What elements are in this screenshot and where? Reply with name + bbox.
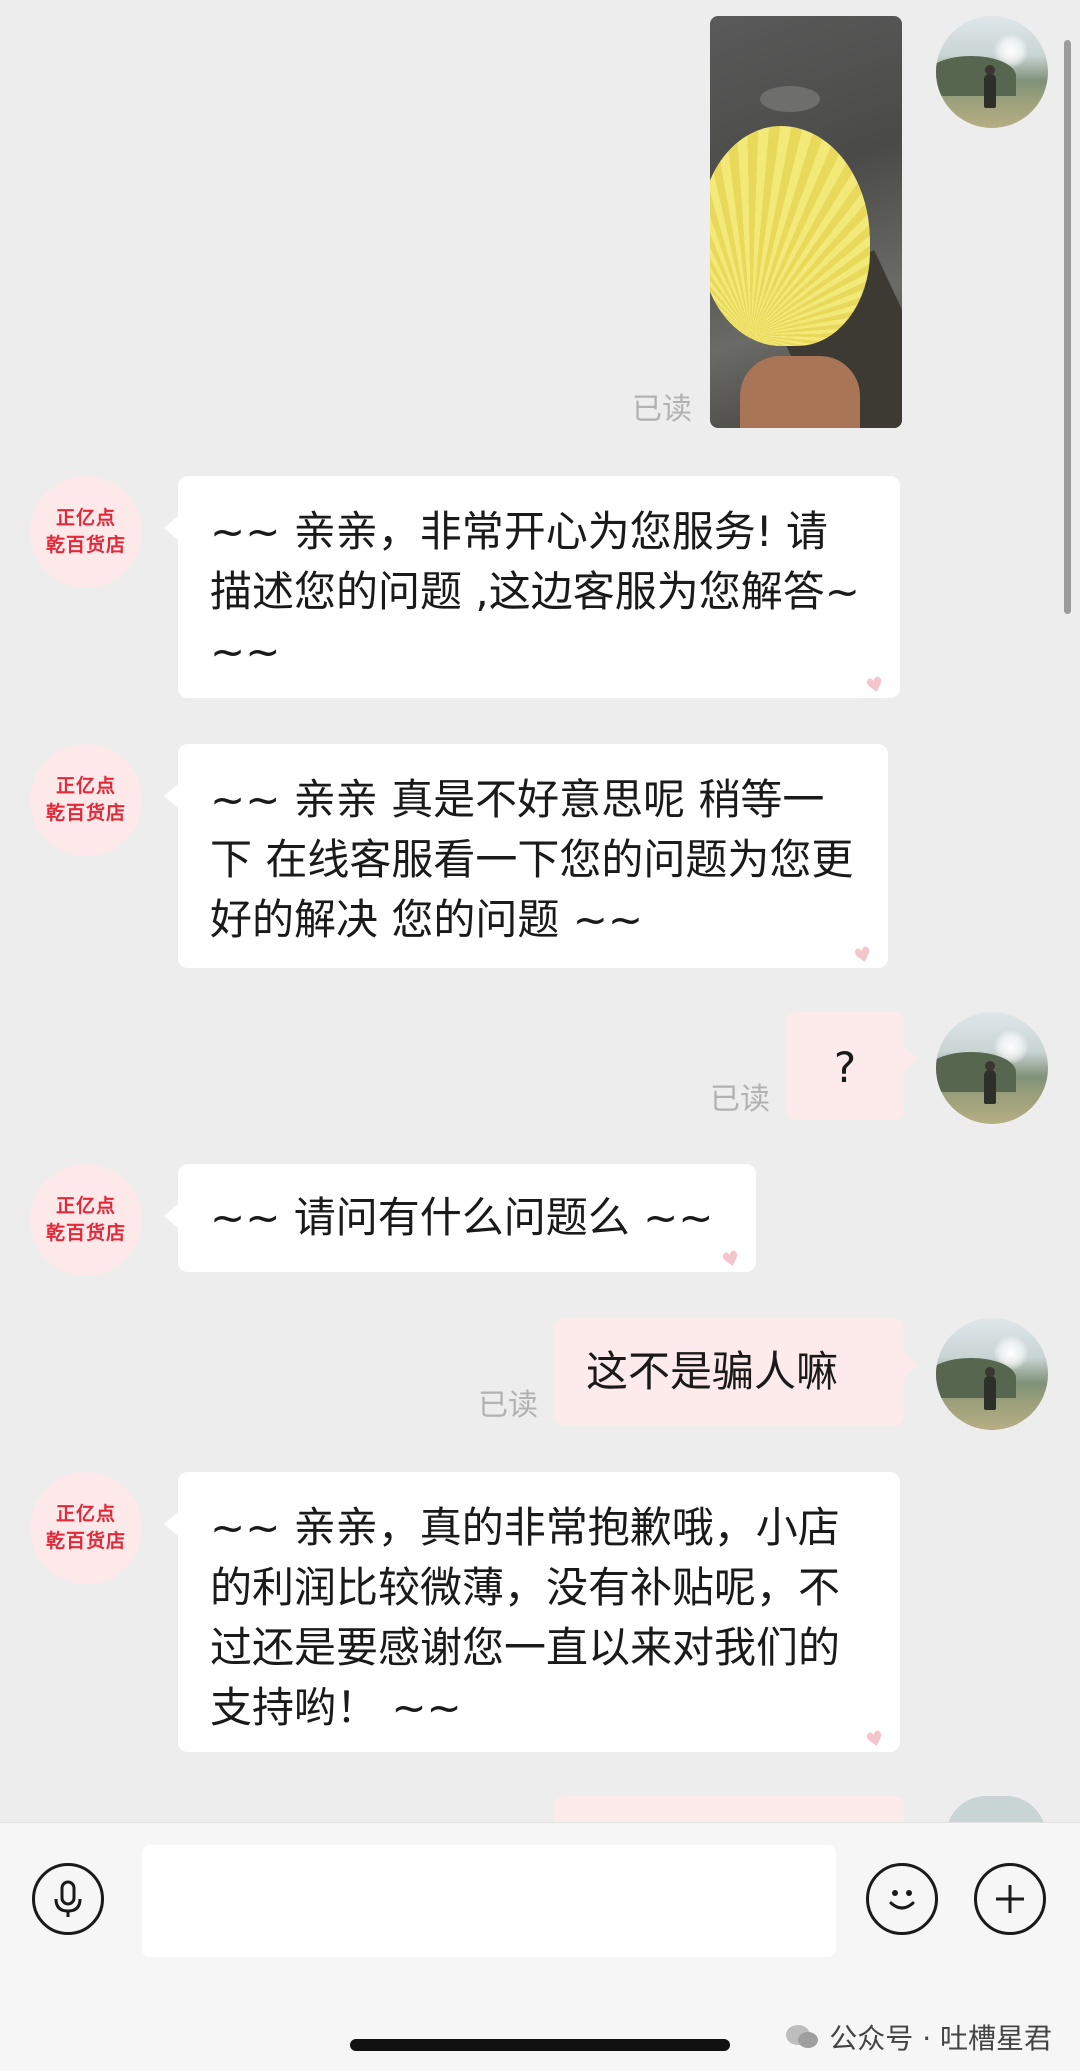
shop-avatar[interactable]: 正亿点 乾百货店 [30,476,142,588]
plus-icon [996,1885,1024,1913]
message-bubble[interactable]: ~~ 亲亲，真的非常抱歉哦，小店的利润比较微薄，没有补贴呢，不过还是要感谢您一直… [164,1472,900,1753]
shop-avatar[interactable]: 正亿点 乾百货店 [30,1164,142,1276]
user-avatar[interactable] [936,16,1048,128]
smiley-icon [889,1890,915,1910]
message-text: ~~ 亲亲，真的非常抱歉哦，小店的利润比较微薄，没有补贴呢，不过还是要感谢您一直… [210,1503,841,1732]
wechat-official-icon [785,2023,819,2051]
home-indicator[interactable] [350,2039,730,2051]
shop-avatar-line1: 正亿点 [55,1503,116,1525]
message-text: ~~ 请问有什么问题么 ~~ [210,1193,714,1242]
message-input[interactable] [142,1845,836,1957]
photo-message[interactable] [710,16,902,428]
message-bubble[interactable]: ~~ 亲亲 真是不好意思呢 稍等一下 在线客服看一下您的问题为您更好的解决 您的… [164,744,888,969]
user-avatar[interactable] [936,1012,1048,1124]
brand-mark-icon: ♥ [863,671,887,699]
shop-avatar-line1: 正亿点 [55,1195,116,1217]
shop-avatar-line2: 乾百货店 [45,1222,126,1244]
message-text: 这不是骗人嘛 [586,1347,839,1396]
shop-avatar-line2: 乾百货店 [45,802,126,824]
message-bubble[interactable]: ~~ 亲亲，非常开心为您服务! 请描述您的问题 ,这边客服为您解答~ ~~ ♥ [164,476,900,699]
message-bubble[interactable]: ? [786,1012,918,1120]
shop-avatar-line2: 乾百货店 [45,1530,126,1552]
read-receipt: 已读 [478,1388,538,1423]
user-avatar-partial[interactable] [946,1796,1046,1822]
shop-avatar-line2: 乾百货店 [45,534,126,556]
watermark: 公众号 · 吐槽星君 [785,2017,1052,2057]
message-text: ~~ 亲亲 真是不好意思呢 稍等一下 在线客服看一下您的问题为您更好的解决 您的… [210,775,854,944]
chat-area[interactable]: 已读 正亿点 乾百货店 ~~ 亲亲，非常开心为您服务! 请描述您的问题 ,这边客… [0,0,1080,1822]
emoji-button[interactable] [866,1863,938,1935]
brand-mark-icon: ♥ [863,1725,887,1753]
message-text: ~~ 亲亲，非常开心为您服务! 请描述您的问题 ,这边客服为您解答~ ~~ [210,507,860,676]
shop-avatar[interactable]: 正亿点 乾百货店 [30,744,142,856]
brand-mark-icon: ♥ [719,1245,743,1273]
message-bubble[interactable]: 这不是骗人嘛 [554,1318,918,1426]
shop-avatar[interactable]: 正亿点 乾百货店 [30,1472,142,1584]
shop-avatar-line1: 正亿点 [55,507,116,529]
microphone-icon [54,1880,82,1917]
user-avatar[interactable] [936,1318,1048,1430]
scrollbar[interactable] [1064,40,1071,614]
read-receipt: 已读 [632,392,692,427]
input-bar: 公众号 · 吐槽星君 [0,1822,1080,2071]
message-text: ? [833,1043,857,1092]
message-bubble-partial[interactable] [554,1796,904,1822]
read-receipt: 已读 [710,1082,770,1117]
more-button[interactable] [974,1863,1046,1935]
voice-button[interactable] [32,1863,104,1935]
brand-mark-icon: ♥ [851,941,875,969]
watermark-text: 公众号 · 吐槽星君 [829,2022,1052,2055]
message-bubble[interactable]: ~~ 请问有什么问题么 ~~ ♥ [164,1164,756,1273]
shop-avatar-line1: 正亿点 [55,775,116,797]
